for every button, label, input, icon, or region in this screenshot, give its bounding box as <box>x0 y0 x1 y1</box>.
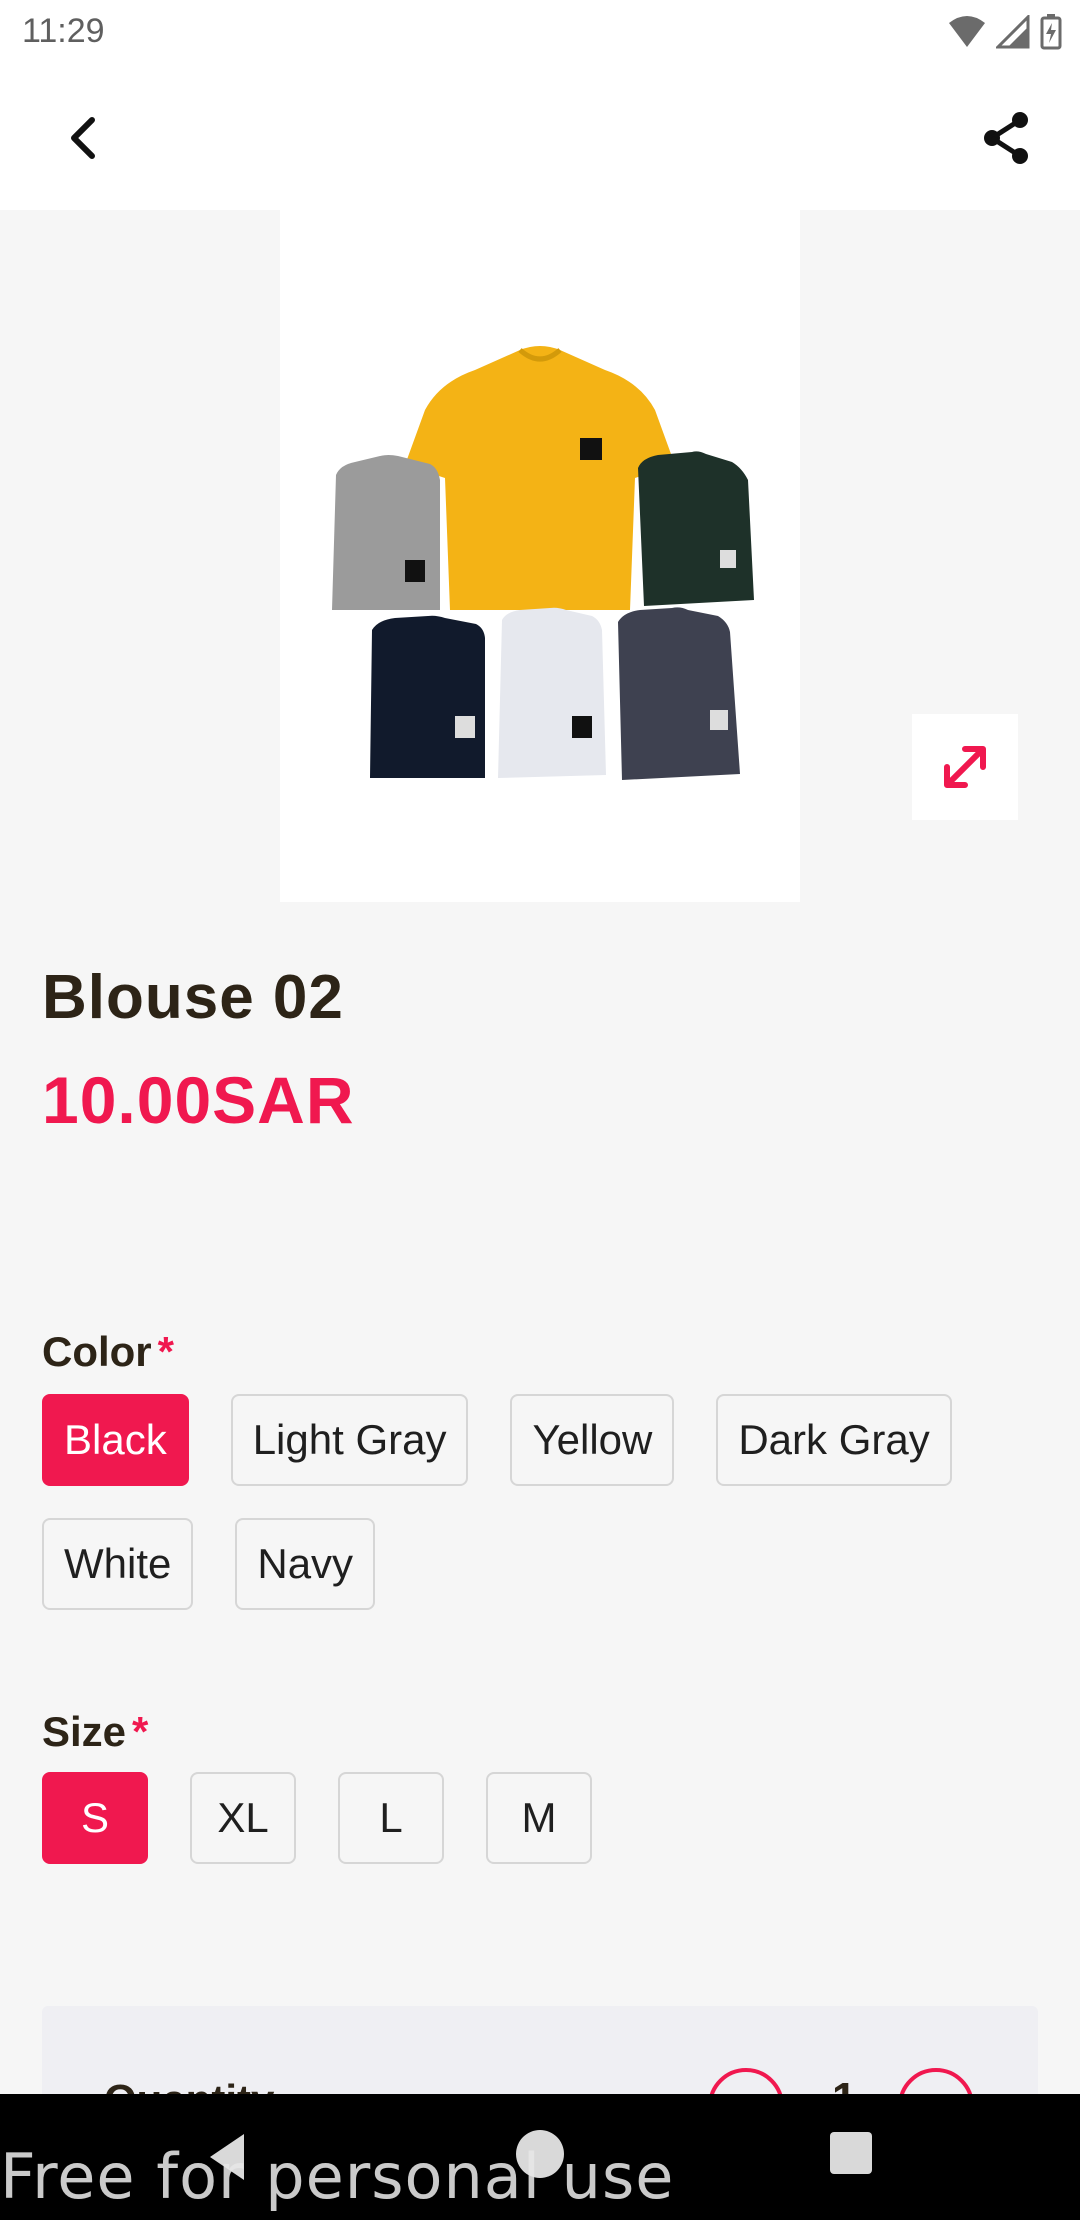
required-mark: * <box>132 1708 149 1755</box>
status-icons <box>948 14 1062 50</box>
size-label-text: Size <box>42 1708 127 1755</box>
status-time: 11:29 <box>22 12 105 50</box>
product-price: 10.00SAR <box>42 1063 355 1137</box>
size-option-xl[interactable]: XL <box>190 1772 296 1864</box>
product-image-area <box>0 210 1080 902</box>
share-button[interactable] <box>968 100 1044 176</box>
expand-image-button[interactable] <box>912 714 1018 820</box>
color-label-text: Color <box>42 1328 152 1375</box>
color-option-light-gray[interactable]: Light Gray <box>230 1394 469 1486</box>
color-option-yellow[interactable]: Yellow <box>510 1394 675 1486</box>
share-icon <box>984 112 1028 164</box>
top-app-bar <box>0 64 1080 210</box>
color-option-dark-gray[interactable]: Dark Gray <box>716 1394 952 1486</box>
color-label: Color * <box>42 1328 174 1376</box>
status-bar: 11:29 <box>0 0 1080 64</box>
battery-charging-icon <box>1040 14 1062 50</box>
wifi-icon <box>949 16 985 47</box>
color-option-navy[interactable]: Navy <box>235 1518 376 1610</box>
size-label: Size * <box>42 1708 148 1756</box>
back-button[interactable] <box>46 100 122 176</box>
chevron-left-icon <box>71 117 95 159</box>
nav-recents-icon[interactable] <box>830 2132 872 2174</box>
product-image[interactable] <box>280 210 800 902</box>
product-title: Blouse 02 <box>42 963 344 1032</box>
watermark-text: Free for personal use <box>0 2140 675 2213</box>
size-option-s[interactable]: S <box>42 1772 148 1864</box>
cellular-signal-icon <box>996 15 1030 49</box>
product-detail-screen: 11:29 Blouse 02 10.00SAR Color * Black L… <box>0 0 1080 2220</box>
required-mark: * <box>157 1328 175 1375</box>
expand-icon <box>944 746 986 788</box>
size-options: S XL L M <box>42 1772 592 1864</box>
color-option-black[interactable]: Black <box>42 1394 189 1486</box>
polo-shirts-illustration <box>332 346 754 780</box>
size-option-m[interactable]: M <box>486 1772 592 1864</box>
color-option-white[interactable]: White <box>42 1518 194 1610</box>
color-options: Black Light Gray Yellow Dark Gray White … <box>42 1394 1042 1610</box>
size-option-l[interactable]: L <box>338 1772 444 1864</box>
